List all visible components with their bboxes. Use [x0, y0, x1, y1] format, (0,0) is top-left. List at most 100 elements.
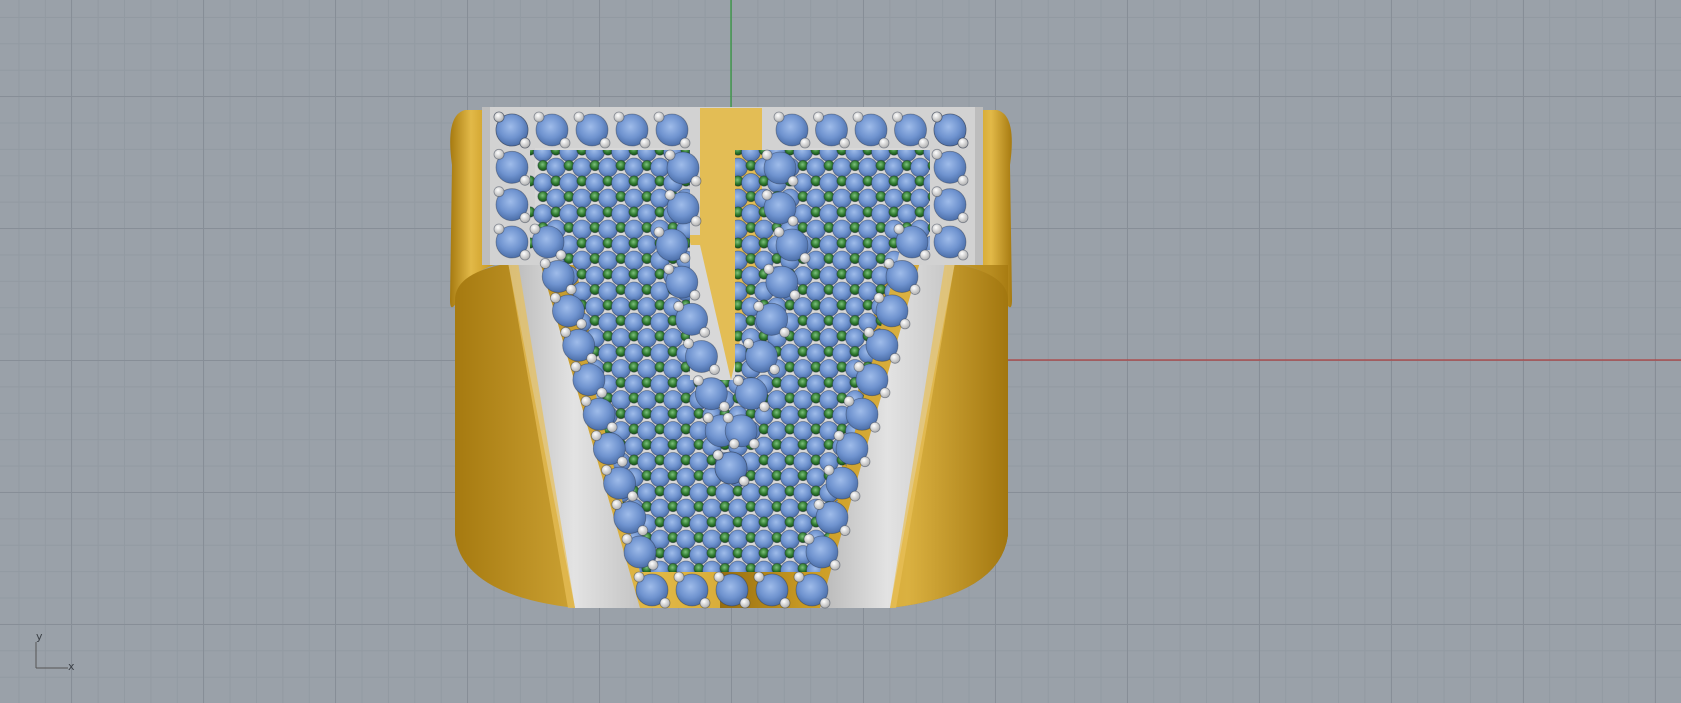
pave-blue-stone	[637, 235, 657, 255]
prong	[839, 137, 850, 149]
pave-blue-stone	[819, 266, 839, 286]
pave-blue-stone	[611, 359, 631, 379]
pave-blue-stone	[676, 467, 696, 488]
prong	[957, 212, 969, 224]
prong	[787, 215, 799, 227]
pave-blue-stone	[780, 467, 800, 488]
prong	[773, 226, 785, 238]
prong	[519, 249, 531, 261]
prong	[843, 395, 855, 407]
pave-blue-stone	[650, 436, 670, 457]
pave-blue-stone	[624, 188, 644, 209]
prong	[748, 438, 760, 450]
pave-blue-stone	[546, 188, 566, 209]
pave-blue-stone	[598, 250, 618, 271]
pave-blue-stone	[598, 219, 618, 240]
prong	[493, 186, 505, 198]
pave-blue-stone	[715, 483, 735, 503]
pave-blue-stone	[676, 529, 696, 550]
pave-blue-stone	[910, 157, 930, 178]
pave-blue-stone	[546, 157, 566, 178]
prong	[909, 284, 921, 295]
pave-blue-stone	[663, 328, 683, 348]
pave-blue-stone	[715, 545, 735, 565]
pave-blue-stone	[741, 204, 761, 224]
pave-blue-stone	[689, 483, 709, 503]
pave-blue-stone	[741, 514, 761, 534]
front-viewport[interactable]: x y	[0, 0, 1681, 703]
prong	[580, 395, 592, 407]
prong	[728, 438, 740, 450]
prong	[673, 571, 685, 583]
viewport-canvas[interactable]: x y	[0, 0, 1681, 703]
pave-blue-stone	[663, 390, 683, 410]
pave-blue-stone	[650, 343, 670, 364]
prong	[699, 597, 711, 609]
prong	[718, 401, 730, 413]
prong	[732, 375, 744, 387]
pave-blue-stone	[559, 173, 579, 193]
pave-blue-stone	[741, 545, 761, 565]
pave-blue-stone	[793, 452, 813, 472]
pave-blue-stone	[767, 421, 787, 441]
pave-blue-stone	[793, 359, 813, 379]
pave-blue-stone	[806, 467, 826, 488]
pave-blue-stone	[780, 343, 800, 364]
pave-blue-stone	[598, 312, 618, 333]
prong	[899, 318, 911, 330]
pave-blue-stone	[832, 281, 852, 302]
pave-blue-stone	[585, 173, 605, 193]
pave-blue-stone	[754, 467, 774, 488]
prong	[793, 571, 805, 583]
prong	[878, 137, 890, 149]
pave-blue-stone	[806, 405, 826, 426]
pave-blue-stone	[624, 219, 644, 240]
prong	[606, 421, 618, 433]
pave-blue-stone	[650, 374, 670, 395]
pave-blue-stone	[611, 266, 631, 286]
pave-blue-stone	[806, 188, 826, 209]
prong	[739, 597, 751, 609]
pave-blue-stone	[572, 250, 592, 271]
prong	[533, 111, 545, 123]
prong	[957, 174, 969, 186]
pave-blue-stone	[845, 173, 865, 193]
prong	[519, 212, 531, 224]
pave-blue-stone	[858, 188, 878, 209]
pave-blue-stone	[780, 498, 800, 519]
pave-blue-stone	[832, 343, 852, 364]
prong	[683, 338, 694, 349]
prong	[813, 499, 825, 510]
prong	[931, 223, 943, 235]
pave-blue-stone	[637, 173, 657, 193]
pave-blue-stone	[819, 173, 839, 193]
prong	[957, 249, 969, 261]
prong	[702, 412, 714, 424]
pave-blue-stone	[741, 266, 761, 286]
prong	[709, 364, 720, 375]
prong	[833, 430, 845, 442]
prong	[653, 111, 665, 123]
prong	[699, 326, 711, 338]
prong	[493, 223, 505, 235]
pave-blue-stone	[650, 498, 670, 519]
prong	[664, 149, 676, 161]
pave-blue-stone	[728, 529, 748, 550]
pave-blue-stone	[793, 514, 813, 534]
prong	[722, 412, 734, 424]
prong	[753, 300, 765, 312]
prong	[892, 111, 903, 123]
prong	[787, 175, 799, 187]
pave-blue-stone	[858, 219, 878, 240]
prong	[758, 401, 770, 413]
prong	[586, 352, 598, 364]
pave-blue-stone	[806, 312, 826, 333]
prong	[559, 137, 571, 149]
prong	[621, 533, 633, 545]
pave-blue-stone	[637, 452, 657, 472]
pave-blue-stone	[650, 405, 670, 426]
prong	[738, 475, 750, 487]
pave-blue-stone	[676, 436, 696, 457]
prong	[565, 284, 577, 295]
pave-blue-stone	[897, 204, 917, 224]
